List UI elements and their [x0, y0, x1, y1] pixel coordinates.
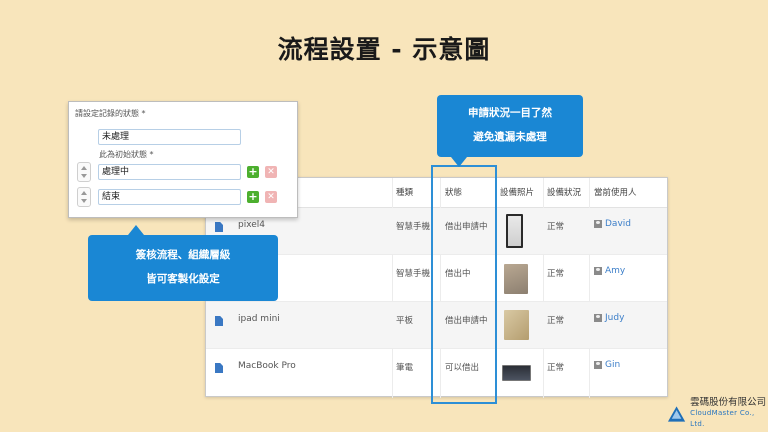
device-photo[interactable]: [504, 310, 529, 340]
device-status: 可以借出: [445, 363, 480, 373]
user-icon: [594, 267, 602, 275]
column-header-photo[interactable]: 設備照片: [500, 186, 534, 198]
column-header-type[interactable]: 種類: [396, 186, 413, 198]
initial-status-hint: 此為初始狀態 *: [99, 150, 154, 159]
device-type: 智慧手機: [396, 269, 431, 279]
page-title: 流程設置 - 示意圖: [277, 35, 491, 64]
current-user-link[interactable]: Judy: [594, 313, 624, 323]
device-condition: 正常: [547, 269, 565, 279]
delete-status-button[interactable]: ✕: [265, 166, 277, 178]
device-condition: 正常: [547, 222, 565, 232]
device-status: 借出申請中: [445, 222, 488, 232]
table-row[interactable]: MacBook Pro 筆電 可以借出 正常 Gin: [206, 349, 667, 396]
device-name[interactable]: MacBook Pro: [238, 361, 296, 371]
add-status-button[interactable]: +: [247, 191, 259, 203]
table-row[interactable]: ipad mini 平板 借出申請中 正常 Judy: [206, 302, 667, 349]
workflow-callout: 簽核流程、組織層級 皆可客製化設定: [88, 225, 278, 301]
initial-status-input[interactable]: 未處理: [98, 129, 241, 145]
mountain-logo-icon: [667, 405, 686, 422]
callout-line: 簽核流程、組織層級: [135, 249, 231, 261]
user-icon: [594, 314, 602, 322]
user-name[interactable]: Gin: [605, 360, 620, 370]
form-heading: 請設定記錄的狀態 *: [75, 109, 146, 118]
user-icon: [594, 220, 602, 228]
status-callout: 申請狀況一目了然 避免遺漏未處理: [437, 95, 583, 167]
column-header-status[interactable]: 狀態: [445, 186, 462, 198]
company-name-en: CloudMaster Co., Ltd.: [690, 409, 755, 428]
device-type: 智慧手機: [396, 222, 431, 232]
status-input[interactable]: 結束: [98, 189, 241, 205]
user-name[interactable]: David: [605, 219, 631, 229]
device-photo[interactable]: [504, 264, 528, 294]
callout-line: 皆可客製化設定: [146, 273, 220, 285]
add-status-button[interactable]: +: [247, 166, 259, 178]
delete-status-button[interactable]: ✕: [265, 191, 277, 203]
device-status: 借出中: [445, 269, 471, 279]
user-name[interactable]: Judy: [605, 313, 624, 323]
status-input[interactable]: 處理中: [98, 164, 241, 180]
document-icon[interactable]: [215, 316, 223, 326]
device-type: 筆電: [396, 363, 414, 373]
device-condition: 正常: [547, 363, 565, 373]
device-condition: 正常: [547, 316, 565, 326]
device-status: 借出申請中: [445, 316, 488, 326]
column-header-current-user[interactable]: 當前使用人: [594, 186, 637, 198]
document-icon[interactable]: [215, 363, 223, 373]
callout-line: 申請狀況一目了然: [468, 107, 552, 119]
document-icon[interactable]: [215, 222, 223, 232]
company-logo: 雲碼股份有限公司 CloudMaster Co., Ltd.: [667, 397, 768, 430]
user-icon: [594, 361, 602, 369]
user-name[interactable]: Amy: [605, 266, 625, 276]
current-user-link[interactable]: David: [594, 219, 631, 229]
device-photo[interactable]: [502, 365, 531, 381]
company-name-cn: 雲碼股份有限公司: [690, 397, 767, 408]
callout-line: 避免遺漏未處理: [473, 131, 547, 143]
column-header-condition[interactable]: 設備狀況: [547, 186, 581, 198]
reorder-handle[interactable]: [77, 162, 91, 182]
reorder-handle[interactable]: [77, 187, 91, 207]
status-settings-form: 請設定記錄的狀態 * 未處理 此為初始狀態 * 處理中 + ✕ 結束 + ✕: [68, 101, 298, 218]
device-photo[interactable]: [506, 214, 523, 248]
device-name[interactable]: ipad mini: [238, 314, 280, 324]
device-type: 平板: [396, 316, 414, 326]
current-user-link[interactable]: Amy: [594, 266, 625, 276]
current-user-link[interactable]: Gin: [594, 360, 620, 370]
device-name[interactable]: pixel4: [238, 220, 265, 230]
